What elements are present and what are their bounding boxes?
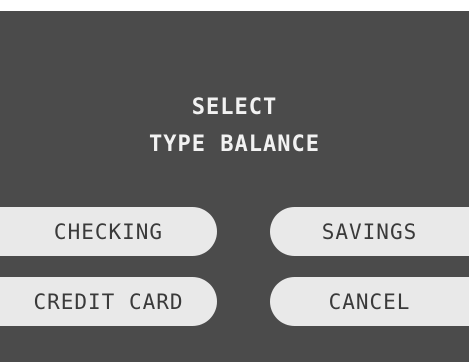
screen-prompt: SELECT TYPE BALANCE [0, 89, 469, 163]
prompt-line-2: TYPE BALANCE [149, 132, 320, 157]
cancel-button[interactable]: CANCEL [270, 277, 469, 326]
savings-button[interactable]: SAVINGS [270, 207, 469, 256]
prompt-line-1: SELECT [191, 95, 278, 120]
atm-screen: SELECT TYPE BALANCE CHECKING SAVINGS CRE… [0, 11, 469, 362]
checking-button[interactable]: CHECKING [0, 207, 217, 256]
credit-card-button[interactable]: CREDIT CARD [0, 277, 217, 326]
